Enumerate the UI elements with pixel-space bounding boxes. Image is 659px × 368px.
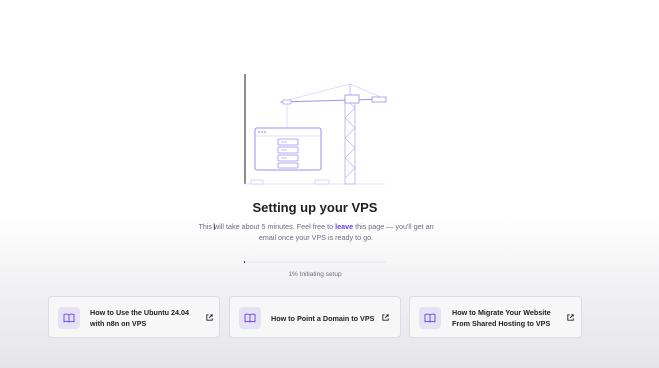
progress-status: 1% Initiating setup <box>288 271 342 278</box>
guide-card-title: How to Migrate Your Website From Shared … <box>452 308 551 328</box>
external-link-icon[interactable] <box>205 313 214 322</box>
book-icon <box>239 307 261 329</box>
book-icon <box>419 307 441 329</box>
progress-bar <box>244 261 386 263</box>
guide-card[interactable]: How to Migrate Your Website From Shared … <box>409 296 582 338</box>
page-title: Setting up your VPS <box>252 200 378 215</box>
text-cursor-icon: I <box>213 222 216 232</box>
external-link-icon[interactable] <box>566 313 575 322</box>
guide-card[interactable]: How to Point a Domain to VPS <box>229 296 401 338</box>
progress-bar-fill <box>244 261 246 263</box>
guide-card-title: How to Use the Ubuntu 24.04 with n8n on … <box>90 308 190 328</box>
construction-illustration <box>244 74 387 185</box>
guide-card-title: How to Point a Domain to VPS <box>271 313 375 323</box>
subtitle-text: This will take about 5 minutes. Feel fre… <box>198 222 336 231</box>
book-icon <box>58 307 80 329</box>
external-link-icon[interactable] <box>381 313 390 322</box>
guide-card[interactable]: How to Use the Ubuntu 24.04 with n8n on … <box>48 296 220 338</box>
page-subtitle: This will take about 5 minutes. Feel fre… <box>190 221 442 243</box>
leave-link[interactable]: leave <box>335 222 353 231</box>
